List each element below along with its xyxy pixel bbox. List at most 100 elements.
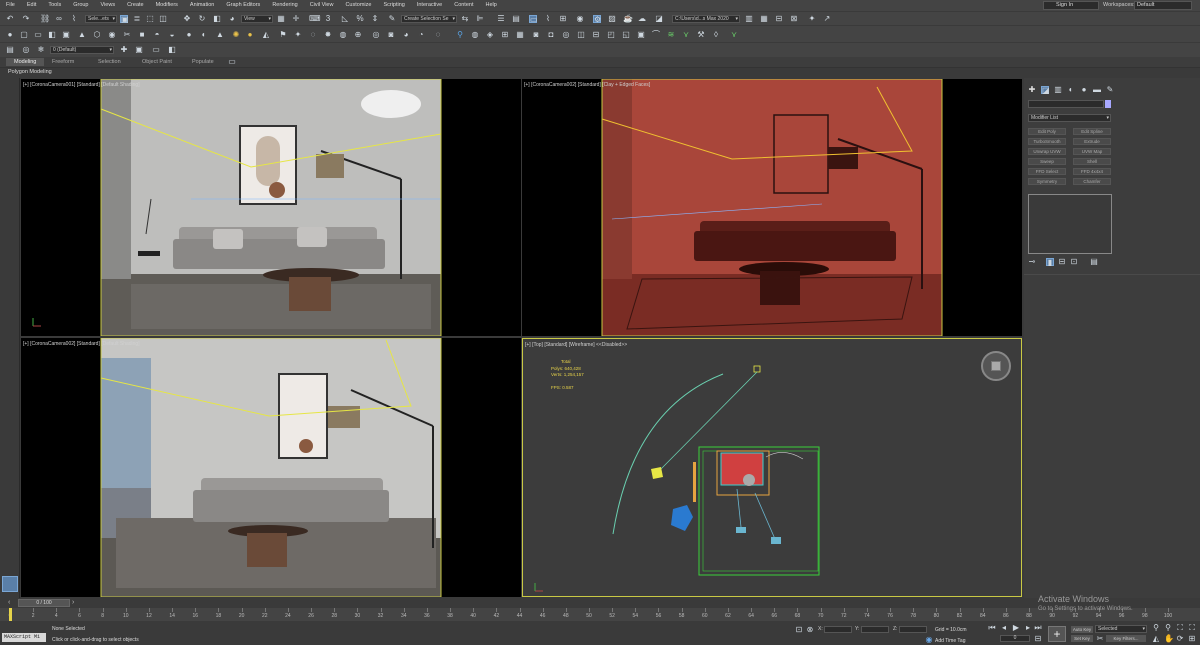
tool-28-icon[interactable]: ◙: [532, 31, 540, 39]
ribbon-toggle-icon[interactable]: ▭: [529, 15, 538, 24]
time-slider[interactable]: ‹ 0 / 100 ›: [0, 598, 1200, 608]
layer-current-icon[interactable]: ◧: [168, 46, 176, 54]
tool-9-icon[interactable]: ◐: [200, 31, 208, 39]
tool-a-icon[interactable]: ✦: [808, 15, 816, 23]
modifier-set-button[interactable]: Edit Spline: [1073, 128, 1111, 135]
viewport-top[interactable]: [+] [Top] [Standard] [Wireframe] <<Disab…: [522, 338, 1022, 597]
auto-key-button[interactable]: Auto Key: [1071, 626, 1093, 633]
layer-manager-icon[interactable]: ▤: [6, 46, 14, 54]
create-layer-icon[interactable]: ✚: [120, 46, 128, 54]
tool-15-icon[interactable]: ✸: [324, 31, 332, 39]
create-tab-icon[interactable]: ✚: [1028, 86, 1036, 94]
menu-item-graph-editors[interactable]: Graph Editors: [226, 0, 260, 11]
scene-explorer-icon[interactable]: ☰: [497, 15, 505, 23]
configure-sets-icon[interactable]: ▤: [1090, 258, 1098, 266]
tool-16-icon[interactable]: ◍: [339, 31, 347, 39]
render-cloud-icon[interactable]: ☁: [638, 15, 646, 23]
tool-27-icon[interactable]: ▦: [516, 31, 524, 39]
tool-12-icon[interactable]: ⚑: [279, 31, 287, 39]
object-name-field[interactable]: [1028, 100, 1104, 108]
a360-gallery-icon[interactable]: ◪: [655, 15, 663, 23]
tool-18-icon[interactable]: ◎: [372, 31, 380, 39]
layer-visible-icon[interactable]: ◎: [22, 46, 30, 54]
select-layer-icon[interactable]: ▭: [152, 46, 160, 54]
set-key-button[interactable]: Set Key: [1071, 635, 1093, 642]
modifier-set-button[interactable]: FFD 4x4x4: [1073, 168, 1111, 175]
layer-explorer-icon[interactable]: ▤: [512, 15, 520, 23]
unlink-icon[interactable]: ∞: [55, 15, 63, 23]
tool-32-icon[interactable]: ⊟: [592, 31, 600, 39]
select-by-name-icon[interactable]: ≣: [133, 15, 141, 23]
menu-item-views[interactable]: Views: [101, 0, 116, 11]
key-filters-button[interactable]: Key Filters...: [1106, 635, 1146, 642]
orbit-icon[interactable]: ⟳: [1176, 635, 1184, 643]
menu-item-help[interactable]: Help: [485, 0, 496, 11]
keyboard-shortcut-icon[interactable]: ⌨: [309, 15, 321, 23]
geo-icon[interactable]: ◧: [48, 31, 56, 39]
go-to-end-icon[interactable]: ⏭: [1034, 624, 1042, 632]
key-mode-icon[interactable]: ⊟: [1034, 635, 1042, 643]
zoom-icon[interactable]: ⚲: [1152, 624, 1160, 632]
rect-region-icon[interactable]: ⬚: [146, 15, 154, 23]
selection-filter-select[interactable]: Sele...ets: [85, 15, 117, 23]
key-mode-select[interactable]: Selected: [1095, 625, 1147, 633]
modifier-set-button[interactable]: UVW Map: [1073, 148, 1111, 155]
window-crossing-icon[interactable]: ◫: [159, 15, 167, 23]
modifier-stack[interactable]: [1028, 194, 1112, 254]
save-project-icon[interactable]: ▦: [760, 15, 768, 23]
angle-snap-icon[interactable]: ◺: [341, 15, 349, 23]
edit-named-selection-icon[interactable]: ✎: [388, 15, 396, 23]
add-to-layer-icon[interactable]: ▣: [135, 46, 143, 54]
tool-31-icon[interactable]: ◫: [577, 31, 585, 39]
modifier-set-button[interactable]: FFD Select: [1028, 168, 1066, 175]
menu-item-edit[interactable]: Edit: [27, 0, 36, 11]
set-key-plus-icon[interactable]: +: [1048, 626, 1066, 642]
pin-stack-icon[interactable]: ⊸: [1028, 258, 1036, 266]
sphere-icon[interactable]: ●: [6, 31, 14, 39]
modifier-set-button[interactable]: TurboSmooth: [1028, 138, 1066, 145]
menu-item-civil-view[interactable]: Civil View: [310, 0, 334, 11]
snaps-toggle-icon[interactable]: 3: [324, 15, 332, 23]
named-selection-select[interactable]: Create Selection Se: [401, 15, 457, 23]
curve-editor-icon[interactable]: ⌇: [544, 15, 552, 23]
box-icon[interactable]: ▢: [20, 31, 28, 39]
tool-33-icon[interactable]: ◰: [607, 31, 615, 39]
tool-21-icon[interactable]: ◔: [417, 31, 425, 39]
menu-item-content[interactable]: Content: [454, 0, 473, 11]
tool-26-icon[interactable]: ⊞: [501, 31, 509, 39]
tool-38-icon[interactable]: ⋎: [682, 31, 690, 39]
tool-35-icon[interactable]: ▣: [637, 31, 645, 39]
zoom-extents-all-icon[interactable]: ⛶: [1188, 624, 1196, 632]
tool-19-icon[interactable]: ◙: [387, 31, 395, 39]
render-production-icon[interactable]: ☕: [623, 15, 633, 23]
go-to-start-icon[interactable]: ⏮: [988, 624, 996, 632]
sign-in-button[interactable]: Sign In: [1043, 1, 1099, 10]
tool-13-icon[interactable]: ✦: [294, 31, 302, 39]
show-end-result-icon[interactable]: ▮: [1046, 258, 1054, 267]
tool-7-icon[interactable]: ◒: [168, 31, 176, 39]
project-icon[interactable]: ▥: [745, 15, 753, 23]
ribbon-tab-freeform[interactable]: Freeform: [52, 59, 74, 65]
viewport-camera-1[interactable]: [+] [CoronaCamera001] [Standard] [Defaul…: [21, 79, 521, 336]
plane-icon[interactable]: ▭: [34, 31, 42, 39]
menu-item-group[interactable]: Group: [73, 0, 88, 11]
spinner-snap-icon[interactable]: ⇕: [371, 15, 379, 23]
utilities-tab-icon[interactable]: ✎: [1106, 86, 1114, 94]
select-scale-icon[interactable]: ◧: [213, 15, 221, 23]
menu-item-file[interactable]: File: [6, 0, 15, 11]
viewport-label[interactable]: [+] [CoronaCamera002] [Standard] [Clay +…: [524, 82, 650, 88]
tool-40-icon[interactable]: ◊: [712, 31, 720, 39]
viewcube-icon[interactable]: [981, 351, 1011, 381]
tool-1-icon[interactable]: ▲: [78, 31, 86, 39]
menu-item-animation[interactable]: Animation: [190, 0, 214, 11]
layer-freeze-icon[interactable]: ❄: [37, 46, 45, 54]
tool-34-icon[interactable]: ◱: [622, 31, 630, 39]
x-coordinate-field[interactable]: [824, 626, 852, 633]
mirror-icon[interactable]: ⇆: [461, 15, 469, 23]
tool-10-icon[interactable]: ▲: [216, 31, 224, 39]
display-tab-icon[interactable]: ●: [1080, 86, 1088, 94]
maxscript-listener[interactable]: MAXScript Mi: [2, 633, 46, 642]
tool-39-icon[interactable]: ⚒: [697, 31, 705, 39]
track-bar[interactable]: 0246810121416182022242628303234363840424…: [0, 608, 1200, 621]
project-folder-select[interactable]: C:\Users\d...s Max 2020: [672, 15, 740, 23]
